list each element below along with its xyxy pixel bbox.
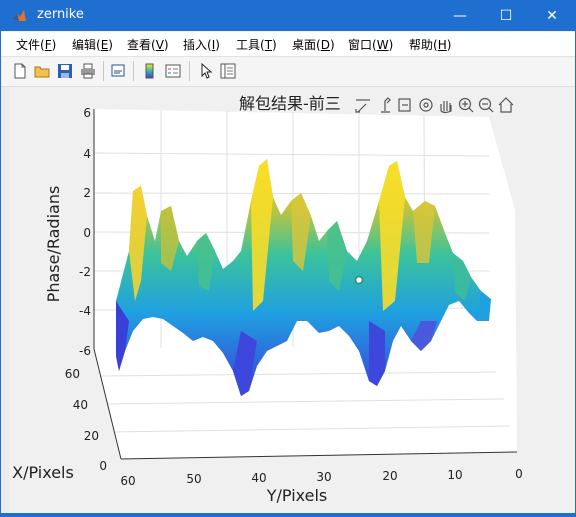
y-axis-label: Y/Pixels <box>266 486 328 505</box>
property-inspector-icon[interactable] <box>219 62 237 80</box>
menu-edit[interactable]: 编辑(E) <box>72 36 113 53</box>
svg-text:10: 10 <box>447 468 462 482</box>
toolbar-separator <box>189 61 190 81</box>
menu-view[interactable]: 查看(V) <box>127 36 169 53</box>
svg-text:20: 20 <box>84 429 99 443</box>
menu-window[interactable]: 窗口(W) <box>348 36 393 53</box>
svg-text:-6: -6 <box>79 344 91 358</box>
menu-help[interactable]: 帮助(H) <box>409 36 451 53</box>
data-tips-icon[interactable] <box>381 97 391 113</box>
maximize-button[interactable]: ☐ <box>483 1 529 31</box>
svg-text:-2: -2 <box>79 265 91 279</box>
x-axis-label: X/Pixels <box>12 463 74 482</box>
svg-text:0: 0 <box>515 467 523 481</box>
legend-icon[interactable] <box>164 62 182 80</box>
svg-text:2: 2 <box>83 186 91 200</box>
z-axis-label: Phase/Radians <box>44 186 63 303</box>
toolbar-separator <box>133 61 134 81</box>
save-icon[interactable] <box>56 62 74 80</box>
menu-desktop[interactable]: 桌面(D) <box>292 36 335 53</box>
svg-text:4: 4 <box>83 147 91 161</box>
axes-panel: 6 4 2 0 -2 -4 -6 60 40 20 0 60 50 40 30 <box>9 87 575 513</box>
axes-toolbar <box>355 97 514 114</box>
matlab-icon <box>12 10 26 21</box>
menu-insert[interactable]: 插入(I) <box>183 36 220 53</box>
link-plot-icon[interactable] <box>109 62 127 80</box>
svg-text:0: 0 <box>83 226 91 240</box>
rotate3d-icon[interactable] <box>419 98 433 112</box>
surface-plot[interactable]: 6 4 2 0 -2 -4 -6 60 40 20 0 60 50 40 30 <box>9 87 575 513</box>
close-button[interactable]: ✕ <box>529 1 575 31</box>
rotate3d-box-icon[interactable] <box>398 98 411 112</box>
menu-tools[interactable]: 工具(T) <box>236 36 277 53</box>
zoom-out-icon[interactable] <box>478 97 494 113</box>
svg-text:30: 30 <box>316 470 331 484</box>
print-icon[interactable] <box>79 62 97 80</box>
menu-bar: 文件(F) 编辑(E) 查看(V) 插入(I) 工具(T) 桌面(D) 窗口(W… <box>1 32 575 80</box>
x-axis-ticks: 60 40 20 0 <box>65 367 107 473</box>
svg-text:50: 50 <box>186 472 201 486</box>
svg-text:60: 60 <box>65 367 80 381</box>
restore-view-home-icon[interactable] <box>498 97 514 113</box>
left-panel-strip <box>1 87 9 513</box>
svg-text:6: 6 <box>83 106 91 120</box>
svg-text:60: 60 <box>120 474 135 488</box>
svg-text:20: 20 <box>382 469 397 483</box>
brush-icon[interactable] <box>355 99 370 113</box>
pan-hand-icon[interactable] <box>440 101 452 114</box>
zoom-in-icon[interactable] <box>458 97 474 113</box>
open-file-icon[interactable] <box>33 62 51 80</box>
data-cursor-marker[interactable] <box>354 275 364 285</box>
menu-file[interactable]: 文件(F) <box>16 36 56 53</box>
new-figure-icon[interactable] <box>11 62 29 80</box>
svg-text:40: 40 <box>73 398 88 412</box>
svg-text:0: 0 <box>99 459 107 473</box>
y-axis-ticks: 60 50 40 30 20 10 0 <box>120 467 522 488</box>
figure-toolbar <box>1 57 575 87</box>
z-axis-ticks: 6 4 2 0 -2 -4 -6 <box>79 106 91 358</box>
svg-text:40: 40 <box>251 471 266 485</box>
figure-window: zernike — ☐ ✕ 文件(F) 编辑(E) 查看(V) 插入(I) 工具… <box>0 0 576 514</box>
minimize-button[interactable]: — <box>437 1 483 31</box>
title-bar: zernike — ☐ ✕ <box>1 1 575 31</box>
edit-plot-arrow-icon[interactable] <box>197 62 215 80</box>
window-title: zernike <box>37 7 84 22</box>
colorbar-icon[interactable] <box>141 62 159 80</box>
toolbar-separator <box>103 61 104 81</box>
plot-title: 解包结果-前三 <box>239 94 341 113</box>
svg-text:-4: -4 <box>79 304 91 318</box>
